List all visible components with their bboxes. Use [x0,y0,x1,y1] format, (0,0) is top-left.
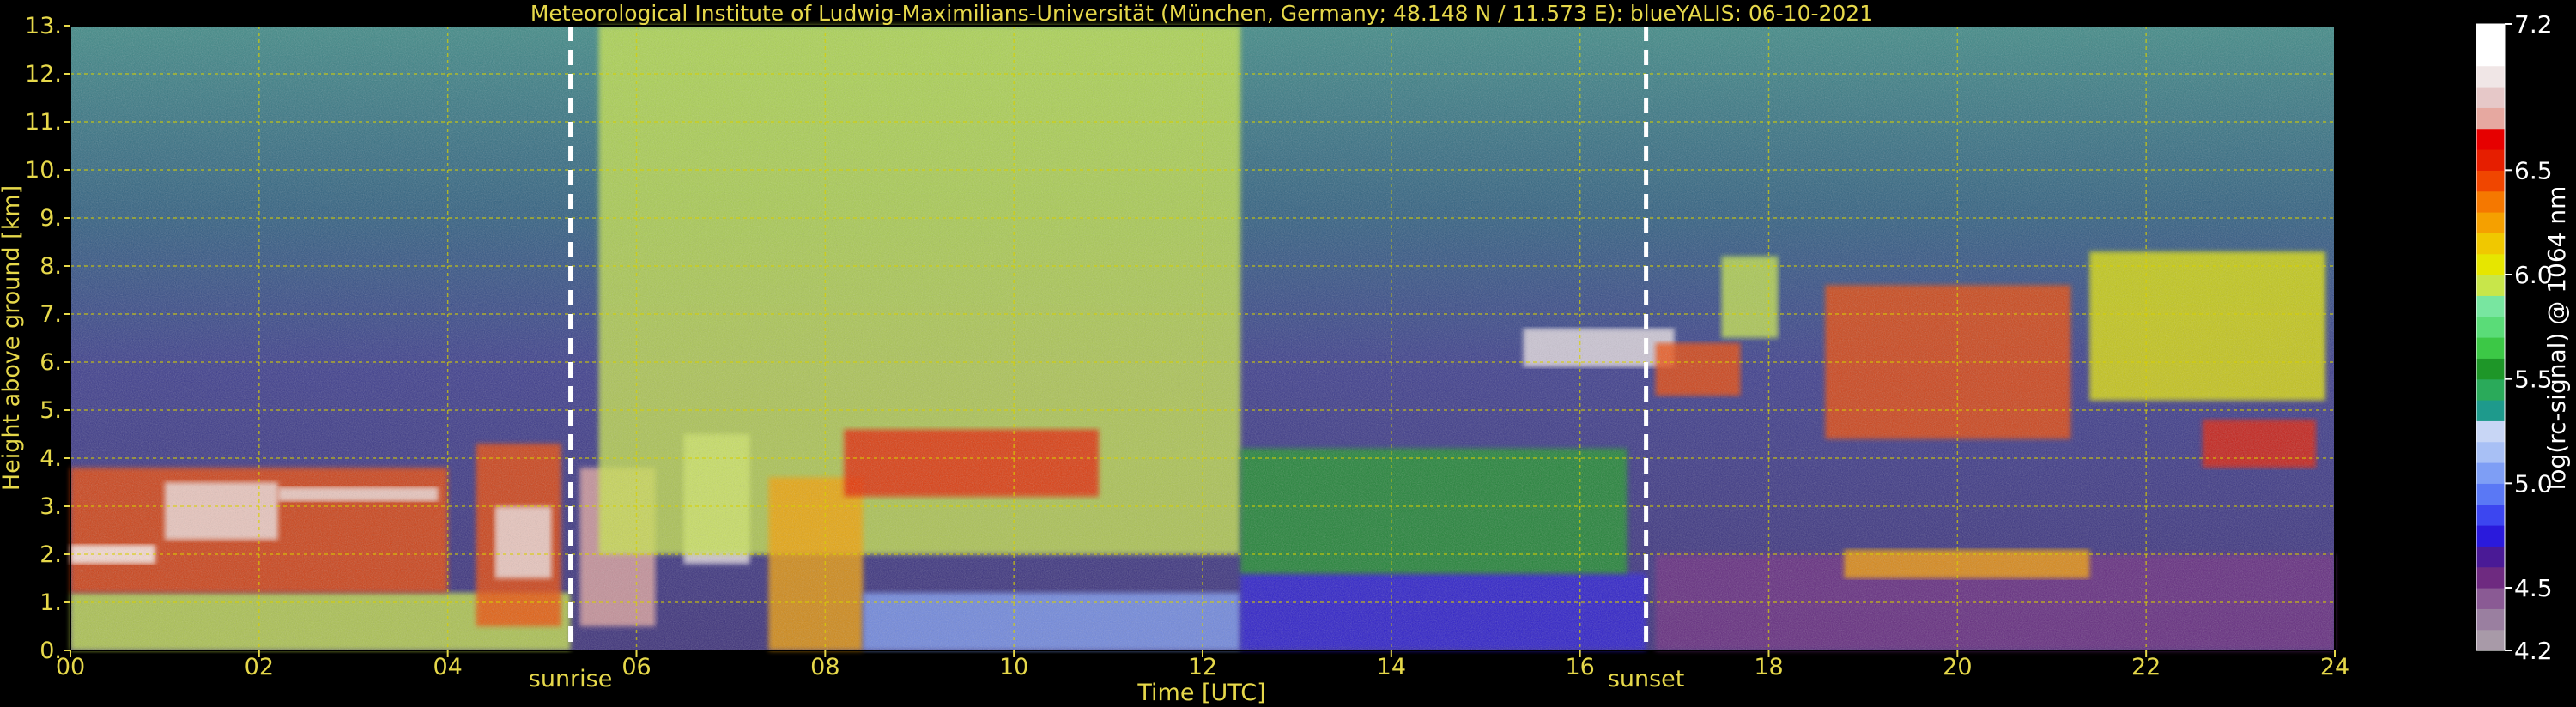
x-tick-label: 12 [1188,654,1217,680]
colorbar-tick-label: 6.5 [2514,156,2553,184]
colorbar-segment [2476,358,2505,380]
colorbar-segment [2476,629,2505,651]
colorbar-segment [2476,212,2505,233]
colorbar-segment [2476,149,2505,171]
y-tick-label: 2. [39,541,62,568]
colorbar-segment [2476,275,2505,296]
colorbar-segment [2476,107,2505,130]
y-tick-label: 9. [39,205,62,232]
x-axis-label: Time [UTC] [1136,680,1265,706]
colorbar-segment [2476,441,2505,463]
x-tick-label: 22 [2131,654,2161,680]
colorbar-segment [2476,128,2505,150]
colorbar-segment [2476,233,2505,255]
lidar-quicklook-chart: sunrise sunset 00 02 04 06 08 10 12 14 16 18 20 22 24… [0,1,2571,706]
colorbar-segment [2476,337,2505,359]
colorbar-segment [2476,316,2505,338]
sunrise-label: sunrise [529,666,613,692]
x-tick-label: 08 [810,654,839,680]
x-tick-label: 16 [1565,654,1594,680]
y-tick-label: 13. [25,13,62,39]
x-tick-label: 10 [999,654,1028,680]
y-axis-label: Height above ground [km] [0,185,25,491]
y-tick-label: 4. [39,445,62,472]
colorbar-segment [2476,608,2505,631]
colorbar-segment [2476,462,2505,484]
colorbar-segment [2476,588,2505,609]
x-tick-label: 06 [621,654,651,680]
y-tick-label: 11. [25,109,62,136]
colorbar-tick-label: 4.2 [2514,637,2553,665]
chart-title: Meteorological Institute of Ludwig-Maxim… [530,1,1873,26]
colorbar-segment [2476,400,2505,421]
y-tick-label: 0. [39,638,62,664]
y-tick-label: 5. [39,397,62,424]
colorbar-segment [2476,65,2505,88]
sunset-label: sunset [1608,666,1685,692]
colorbar-label: log(rc-signal) @ 1064 nm [2543,186,2571,491]
y-tick-label: 3. [39,493,62,520]
colorbar-segment [2476,483,2505,505]
x-tick-label: 14 [1377,654,1406,680]
x-tick-label: 02 [245,654,274,680]
colorbar-segment [2476,87,2505,108]
colorbar-tick-label: 4.5 [2514,574,2553,602]
colorbar-segment [2476,190,2505,213]
colorbar-segment [2476,378,2505,401]
y-tick-label: 7. [39,301,62,328]
x-tick-label: 18 [1754,654,1783,680]
x-tick-label: 24 [2320,654,2349,680]
colorbar-segment [2476,566,2505,589]
y-tick-label: 1. [39,589,62,616]
y-tick-label: 8. [39,253,62,280]
y-tick-label: 6. [39,349,62,376]
colorbar-segment [2476,546,2505,568]
colorbar-segment [2476,295,2505,317]
y-tick-label: 12. [25,61,62,88]
colorbar-segment [2476,525,2505,547]
x-tick-label: 20 [1943,654,1972,680]
colorbar-segment [2476,45,2505,67]
colorbar-segment [2476,24,2505,45]
y-tick-label: 10. [25,157,62,184]
colorbar-segment [2476,504,2505,526]
colorbar-segment [2476,170,2505,192]
colorbar: 4.24.55.05.56.06.57.2 [2476,10,2553,665]
colorbar-segment [2476,420,2505,443]
colorbar-tick-label: 7.2 [2514,10,2553,39]
x-tick-label: 04 [433,654,462,680]
colorbar-segment [2476,253,2505,275]
